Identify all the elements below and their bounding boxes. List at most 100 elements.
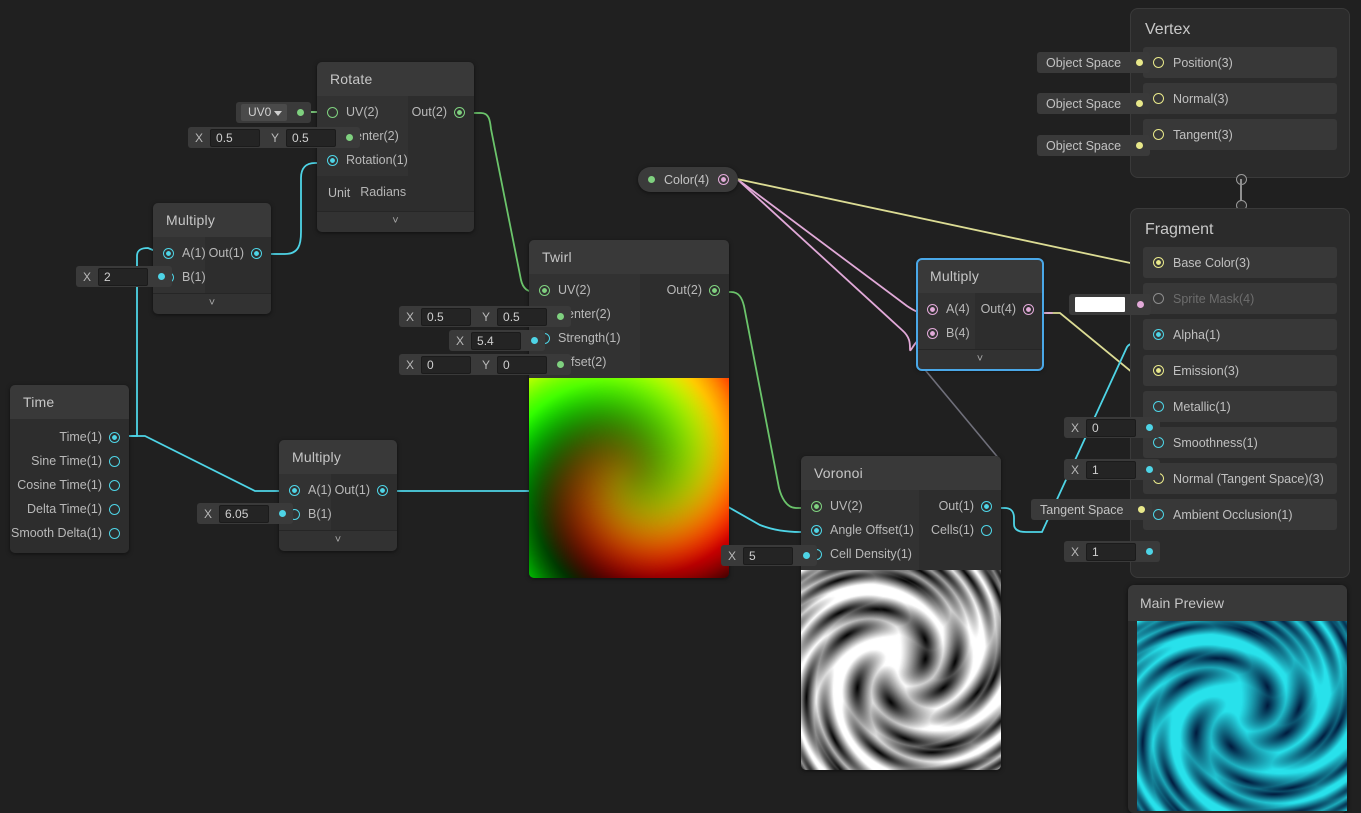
port-delta-time[interactable]: Delta Time(1) <box>10 497 129 521</box>
port-cells[interactable]: Cells(1) <box>919 518 1001 542</box>
master-row-sprite-mask[interactable]: Sprite Mask(4) <box>1143 283 1337 314</box>
slot-value-y[interactable]: 0.5 <box>286 128 337 147</box>
main-preview-panel[interactable]: Main Preview <box>1128 585 1347 813</box>
node-control-unit[interactable]: Unit Radians <box>317 176 474 211</box>
slot-value-input[interactable]: 0 <box>1086 418 1137 437</box>
port-a[interactable]: A(1) <box>153 241 206 265</box>
slot-vertex-normal[interactable]: Object Space <box>1037 93 1151 114</box>
port-smooth-delta[interactable]: Smooth Delta(1) <box>10 521 129 545</box>
port-out[interactable]: Out(1) <box>205 241 271 265</box>
color-swatch[interactable] <box>1075 297 1125 312</box>
port-dot[interactable] <box>327 154 338 166</box>
port-dot[interactable] <box>1153 129 1164 140</box>
port-dot[interactable] <box>109 431 120 443</box>
port-dot[interactable] <box>1153 329 1164 340</box>
port-a[interactable]: A(4) <box>917 297 975 321</box>
master-row-metallic[interactable]: Metallic(1) <box>1143 391 1337 422</box>
master-vertex[interactable]: Vertex Position(3) Normal(3) Tangent(3) <box>1130 8 1350 178</box>
port-dot[interactable] <box>981 500 992 512</box>
slot-ambient-occlusion[interactable]: X 1 <box>1064 541 1161 562</box>
master-row-normal-tangent-space[interactable]: Normal (Tangent Space)(3) <box>1143 463 1337 494</box>
slot-vertex-position[interactable]: Object Space <box>1037 52 1151 73</box>
port-sine-time[interactable]: Sine Time(1) <box>10 449 129 473</box>
slot-dot[interactable] <box>279 510 287 517</box>
port-strength[interactable]: Strength(1) <box>529 326 640 350</box>
slot-value-input[interactable]: 1 <box>1086 542 1137 561</box>
slot-smoothness[interactable]: X 1 <box>1064 459 1161 480</box>
port-dot[interactable] <box>109 503 120 515</box>
master-row-tangent[interactable]: Tangent(3) <box>1143 119 1337 150</box>
port-uv[interactable]: UV(2) <box>529 278 640 302</box>
port-out[interactable]: Out(1) <box>331 478 397 502</box>
node-multiply-b[interactable]: Multiply A(1) B(1) Out(1) ˅ <box>279 440 397 551</box>
slot-dot[interactable] <box>803 552 811 559</box>
slot-dot[interactable] <box>346 134 354 141</box>
node-color[interactable]: Color(4) <box>638 167 739 192</box>
node-multiply-a[interactable]: Multiply A(1) B(1) Out(1) ˅ <box>153 203 271 314</box>
port-dot[interactable] <box>718 174 730 185</box>
slot-value-input[interactable]: 2 <box>98 267 149 286</box>
port-dot[interactable] <box>539 284 550 296</box>
port-dot[interactable] <box>811 500 822 512</box>
slot-dot[interactable] <box>1137 301 1144 308</box>
port-dot[interactable] <box>109 527 120 539</box>
port-out[interactable]: Out(2) <box>408 100 474 124</box>
port-uv[interactable]: UV(2) <box>317 100 408 124</box>
slot-value-y[interactable]: 0.5 <box>497 307 548 326</box>
unit-dropdown[interactable]: Radians <box>360 183 463 202</box>
port-dot[interactable] <box>1153 57 1164 68</box>
master-row-ambient-occlusion[interactable]: Ambient Occlusion(1) <box>1143 499 1337 530</box>
port-cell-density[interactable]: Cell Density(1) <box>801 542 919 566</box>
space-dropdown[interactable]: Tangent Space <box>1031 503 1132 517</box>
slot-dot[interactable] <box>1146 424 1154 431</box>
slot-dot[interactable] <box>158 273 166 280</box>
node-expander[interactable]: ˅ <box>279 530 397 551</box>
master-row-alpha[interactable]: Alpha(1) <box>1143 319 1337 350</box>
master-row-position[interactable]: Position(3) <box>1143 47 1337 78</box>
slot-dot[interactable] <box>297 109 305 116</box>
slot-dot[interactable] <box>1146 466 1154 473</box>
port-out[interactable]: Out(1) <box>919 494 1001 518</box>
port-dot[interactable] <box>109 479 120 491</box>
space-dropdown[interactable]: Object Space <box>1037 56 1130 70</box>
slot-normal-tangent-space[interactable]: Tangent Space <box>1031 499 1153 520</box>
slot-voronoi-cell-density[interactable]: X 5 <box>721 545 818 566</box>
slot-dot[interactable] <box>1146 548 1154 555</box>
port-out[interactable]: Out(2) <box>640 278 729 302</box>
slot-dot[interactable] <box>557 361 565 368</box>
slot-dot[interactable] <box>1136 142 1144 149</box>
graph-canvas[interactable]: Time Time(1) Sine Time(1) Cosine Time(1)… <box>0 0 1361 813</box>
slot-dot[interactable] <box>531 337 539 344</box>
slot-value-y[interactable]: 0 <box>497 355 548 374</box>
slot-vertex-tangent[interactable]: Object Space <box>1037 135 1151 156</box>
node-expander[interactable]: ˅ <box>917 349 1043 370</box>
node-voronoi[interactable]: Voronoi UV(2) Angle Offset(1) Cell Densi… <box>801 456 1001 770</box>
port-b[interactable]: B(4) <box>917 321 975 345</box>
slot-value-x[interactable]: 0 <box>421 355 472 374</box>
slot-dot[interactable] <box>1136 100 1144 107</box>
master-row-base-color[interactable]: Base Color(3) <box>1143 247 1337 278</box>
port-dot[interactable] <box>1153 509 1164 520</box>
master-row-smoothness[interactable]: Smoothness(1) <box>1143 427 1337 458</box>
slot-twirl-offset[interactable]: X 0 Y 0 <box>399 354 572 375</box>
slot-twirl-center[interactable]: X 0.5 Y 0.5 <box>399 306 572 327</box>
port-dot[interactable] <box>1023 303 1034 315</box>
slot-dot[interactable] <box>557 313 565 320</box>
node-expander[interactable]: ˅ <box>153 293 271 314</box>
node-multiply-c[interactable]: Multiply A(4) B(4) Out(4) ˅ <box>916 258 1044 371</box>
port-dot[interactable] <box>1153 93 1164 104</box>
port-uv[interactable]: UV(2) <box>801 494 919 518</box>
space-dropdown[interactable]: Object Space <box>1037 139 1130 153</box>
port-dot[interactable] <box>1153 437 1164 448</box>
slot-multiply-b-b[interactable]: X 6.05 <box>197 503 294 524</box>
port-dot[interactable] <box>454 106 465 118</box>
port-cosine-time[interactable]: Cosine Time(1) <box>10 473 129 497</box>
port-dot[interactable] <box>327 106 338 118</box>
slot-metallic[interactable]: X 0 <box>1064 417 1161 438</box>
port-out[interactable]: Out(4) <box>975 297 1043 321</box>
slot-value-input[interactable]: 5 <box>743 546 794 565</box>
slot-value-input[interactable]: 1 <box>1086 460 1137 479</box>
port-dot[interactable] <box>981 524 992 536</box>
port-dot[interactable] <box>709 284 720 296</box>
port-a[interactable]: A(1) <box>279 478 332 502</box>
